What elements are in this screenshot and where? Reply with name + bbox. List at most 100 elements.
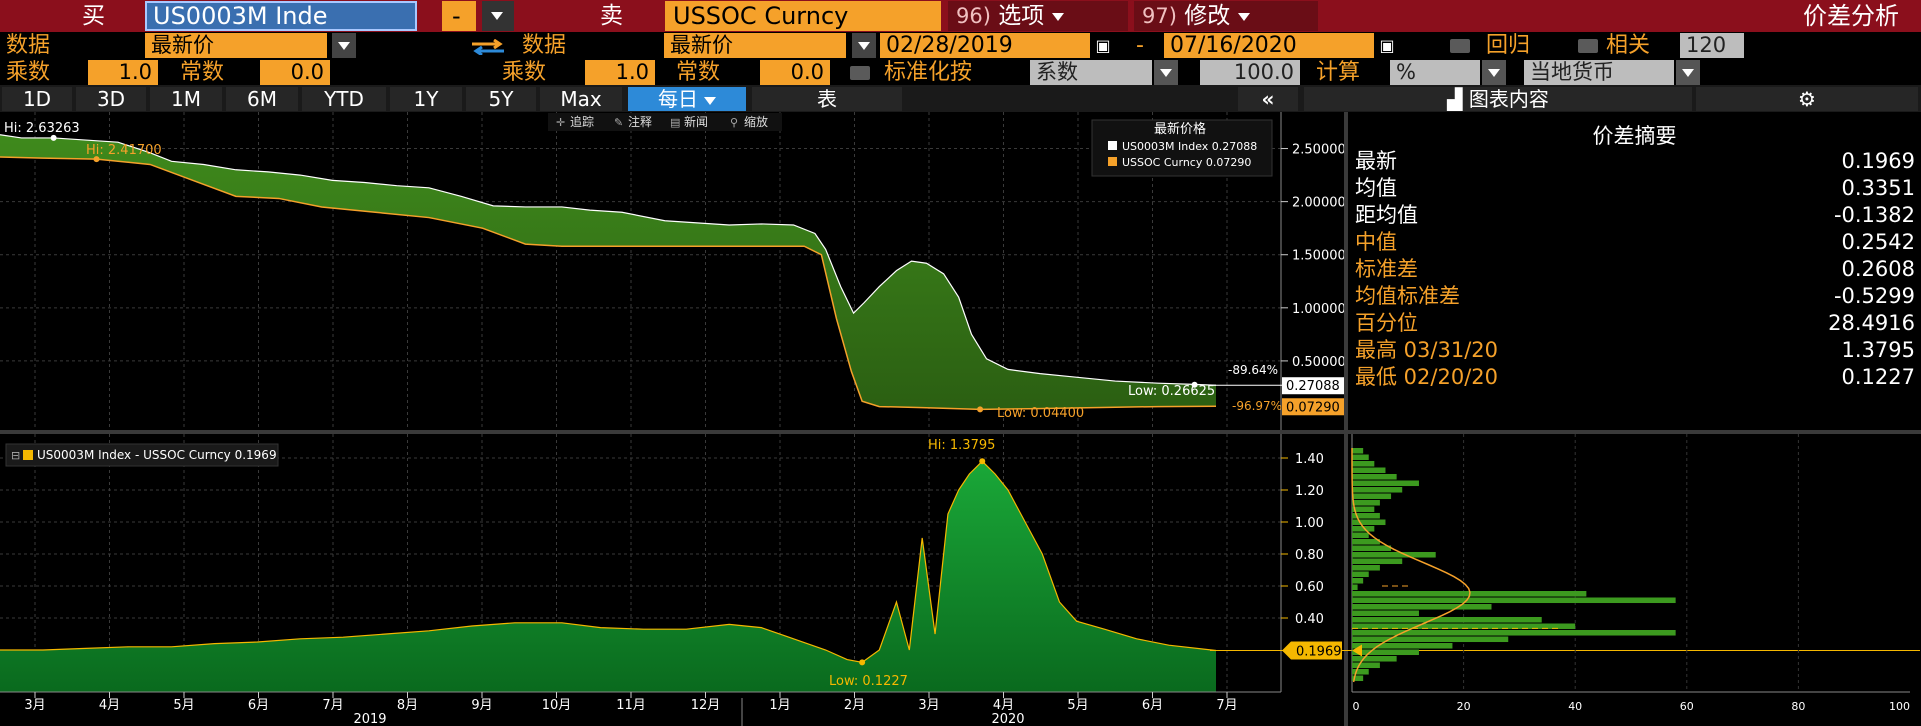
modify-menu[interactable]: 97) 修改 [1134, 1, 1318, 31]
toolbar-button-2[interactable]: 新闻 [684, 114, 708, 129]
low-label-ussoc: Low: 0.04400 [997, 406, 1084, 421]
constant-field-2[interactable]: 0.0 [760, 60, 830, 85]
series-line-ussoc [0, 156, 1217, 411]
normalize-select[interactable]: 系数 [1030, 60, 1152, 85]
low-label-spread: Low: 0.1227 [829, 674, 908, 689]
histogram-bar [1352, 636, 1509, 643]
change-label-ussoc: -96.97% [1232, 399, 1282, 413]
x-tick-label: 7月 [322, 698, 343, 713]
normalize-dropdown-button[interactable] [1154, 60, 1178, 85]
frequency-dropdown[interactable]: 每日 [628, 87, 746, 111]
data-select[interactable]: 最新价 [145, 33, 327, 58]
change-label-us0003m: -89.64% [1228, 363, 1278, 377]
calc-dropdown-button[interactable] [1482, 60, 1506, 85]
tab-ytd[interactable]: YTD [302, 87, 386, 111]
normalize-checkbox[interactable] [850, 66, 870, 80]
multiplier-field-2[interactable]: 1.0 [585, 60, 655, 85]
histogram-bar [1352, 578, 1364, 584]
settings-button[interactable]: ⚙ [1696, 87, 1918, 111]
multiplier-field[interactable]: 1.0 [88, 60, 158, 85]
correlation-checkbox[interactable] [1578, 39, 1598, 53]
tab-1m[interactable]: 1M [150, 87, 222, 111]
end-date-field[interactable]: 07/16/2020 [1164, 33, 1374, 58]
currency-dropdown-button[interactable] [1676, 60, 1700, 85]
summary-value: 0.2542 [1841, 230, 1915, 254]
normalize-value-field[interactable]: 100.0 [1200, 60, 1300, 85]
swap-icon[interactable] [470, 39, 506, 55]
chevron-down-icon [704, 96, 716, 105]
options-menu[interactable]: 96) 选项 [948, 1, 1128, 31]
currency-select[interactable]: 当地货币 [1524, 60, 1674, 85]
y-tick-label: 0.50000 [1292, 355, 1346, 370]
summary-value: -0.1382 [1833, 203, 1915, 227]
buy-dropdown-button[interactable] [482, 1, 514, 31]
calc-select[interactable]: % [1390, 60, 1480, 85]
multiplier-label-2: 乘数 [502, 60, 547, 85]
histogram-bar [1352, 597, 1676, 604]
buy-dash-button[interactable]: - [442, 1, 476, 31]
constant-field[interactable]: 0.0 [260, 60, 330, 85]
period-tabs: 1D 3D 1M 6M YTD 1Y 5Y Max 每日 表 « ▟ 图表内容 … [0, 85, 1921, 112]
chevron-down-icon [1160, 69, 1172, 77]
chart-content-button[interactable]: ▟ 图表内容 [1304, 87, 1692, 111]
chevron-down-icon [1682, 69, 1694, 77]
histogram-bar [1352, 571, 1369, 578]
data-dropdown-button[interactable] [332, 33, 356, 58]
histogram-bar [1352, 610, 1419, 617]
low-marker [1191, 381, 1198, 388]
histogram-bar [1352, 454, 1369, 461]
chevron-down-icon [858, 42, 870, 50]
legend-item-ussoc: USSOC Curncy 0.07290 [1122, 156, 1251, 169]
summary-row: 均值标准差 -0.5299 [1355, 283, 1915, 310]
toolbar-button-1[interactable]: 注释 [628, 114, 652, 129]
histogram-bar [1352, 480, 1419, 487]
start-date-field[interactable]: 02/28/2019 [880, 33, 1090, 58]
chevron-down-icon [1052, 12, 1065, 21]
hi-marker [93, 156, 100, 163]
tab-3d[interactable]: 3D [76, 87, 146, 111]
toolbar-button-0[interactable]: 追踪 [570, 114, 594, 129]
histogram-x-tick: 0 [1353, 700, 1360, 713]
legend-swatch-spread [23, 450, 33, 460]
histogram-bar [1352, 604, 1492, 610]
toolbar-icon: ▤ [670, 116, 680, 129]
tab-5y[interactable]: 5Y [466, 87, 536, 111]
calendar-icon[interactable]: ▣ [1092, 33, 1114, 58]
sell-security-input[interactable]: USSOC Curncy [665, 1, 941, 31]
tab-max[interactable]: Max [540, 87, 622, 111]
summary-key: 标准差 [1355, 257, 1418, 281]
table-button[interactable]: 表 [752, 87, 902, 111]
summary-value: 0.3351 [1841, 176, 1915, 200]
toolbar-icon: ⚲ [730, 116, 738, 129]
collapse-button[interactable]: « [1238, 87, 1298, 111]
spread-summary-panel: 价差摘要 最新 0.1969 均值 0.3351 距均值 -0.1382 中值 0.2542 标… [1348, 112, 1921, 430]
summary-value: 1.3795 [1841, 338, 1915, 362]
chevron-down-icon [1238, 12, 1251, 21]
x-year-label: 2019 [353, 712, 386, 726]
y-tick-label: 1.00 [1295, 516, 1324, 531]
buy-security-input[interactable]: US0003M Inde [145, 1, 417, 31]
hi-label-spread: Hi: 1.3795 [928, 438, 995, 453]
tab-1y[interactable]: 1Y [390, 87, 462, 111]
calendar-icon[interactable]: ▣ [1376, 33, 1398, 58]
summary-row: 中值 0.2542 [1355, 229, 1915, 256]
histogram-bar [1352, 461, 1375, 467]
x-tick-label: 2月 [844, 698, 865, 713]
hi-marker [50, 134, 57, 141]
correlation-label: 相关 [1606, 33, 1651, 58]
sell-label: 卖 [600, 3, 623, 29]
summary-row: 标准差 0.2608 [1355, 256, 1915, 283]
regression-checkbox[interactable] [1450, 39, 1470, 53]
summary-row: 最新 0.1969 [1355, 148, 1915, 175]
legend-item-us0003m: US0003M Index 0.27088 [1122, 140, 1257, 153]
tab-1d[interactable]: 1D [2, 87, 72, 111]
correlation-field[interactable]: 120 [1680, 33, 1744, 58]
histogram-bar [1352, 539, 1380, 545]
last-value-ussoc: 0.07290 [1286, 400, 1340, 415]
chevron-down-icon [491, 12, 503, 20]
data-dropdown-button-2[interactable] [852, 33, 876, 58]
data-select-2[interactable]: 最新价 [664, 33, 846, 58]
toolbar-button-3[interactable]: 缩放 [744, 114, 768, 129]
tab-6m[interactable]: 6M [226, 87, 298, 111]
summary-row: 百分位 28.4916 [1355, 310, 1915, 337]
